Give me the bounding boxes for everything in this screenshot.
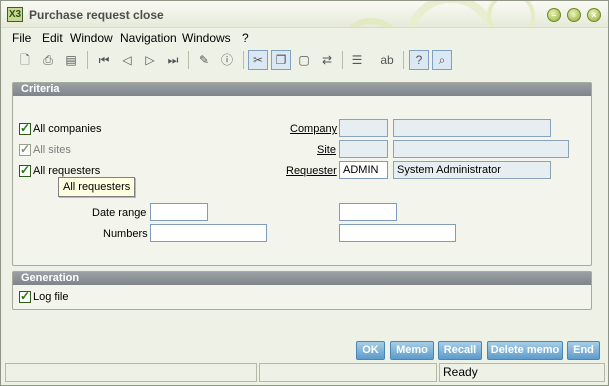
status-bar: Ready <box>5 363 605 382</box>
date-from-field[interactable] <box>150 203 208 221</box>
search-icon[interactable]: ⌕ <box>432 50 452 70</box>
all-requesters-checkbox[interactable] <box>19 163 31 177</box>
print-icon[interactable]: ⎙ <box>38 50 58 70</box>
toolbar-separator <box>403 51 404 69</box>
selection-icon[interactable]: ✂ <box>248 50 268 70</box>
generation-header: Generation <box>13 272 591 285</box>
number-from-field[interactable] <box>150 224 267 242</box>
all-companies-label: All companies <box>33 123 102 135</box>
minimize-button[interactable]: – <box>547 8 561 22</box>
toolbar-separator <box>188 51 189 69</box>
requester-name-field: System Administrator <box>393 161 551 179</box>
menu-window[interactable]: Window <box>70 31 113 45</box>
copy-icon[interactable]: ❐ <box>271 50 291 70</box>
menu-bar: File Edit Window Navigation Windows ? <box>1 29 608 47</box>
company-label[interactable]: Company <box>290 123 337 135</box>
end-button[interactable]: End <box>567 341 600 360</box>
window-title: Purchase request close <box>29 8 164 22</box>
print-preview-icon[interactable]: ▤ <box>61 50 81 70</box>
toolbar-separator <box>342 51 343 69</box>
toolbar-separator <box>87 51 88 69</box>
close-button[interactable]: × <box>587 8 601 22</box>
help-icon[interactable]: ? <box>409 50 429 70</box>
tooltip: All requesters <box>58 177 135 197</box>
attachment-icon[interactable]: ✎ <box>194 50 214 70</box>
list-icon[interactable]: ☰ <box>347 50 367 70</box>
last-record-icon[interactable]: ⏭ <box>163 50 183 70</box>
paste-icon[interactable]: ▢ <box>294 50 314 70</box>
criteria-header: Criteria <box>13 83 591 96</box>
text-field-icon[interactable]: ab <box>377 50 397 70</box>
log-file-checkbox[interactable] <box>19 289 31 303</box>
site-label[interactable]: Site <box>317 144 336 156</box>
title-bar[interactable]: X3 Purchase request close – ▫ × <box>1 1 608 28</box>
previous-record-icon[interactable]: ◁ <box>117 50 137 70</box>
company-name-field <box>393 119 551 137</box>
status-cell <box>5 363 257 382</box>
all-sites-label: All sites <box>33 144 71 156</box>
menu-help[interactable]: ? <box>242 31 249 45</box>
site-name-field <box>393 140 569 158</box>
memo-button[interactable]: Memo <box>390 341 434 360</box>
all-sites-checkbox[interactable] <box>19 142 31 156</box>
log-file-label: Log file <box>33 291 69 303</box>
status-cell <box>259 363 437 382</box>
menu-edit[interactable]: Edit <box>42 31 63 45</box>
application-window: X3 Purchase request close – ▫ × File Edi… <box>0 0 609 386</box>
restore-button[interactable]: ▫ <box>567 8 581 22</box>
status-text: Ready <box>439 363 605 382</box>
site-code-field[interactable] <box>339 140 388 158</box>
info-icon[interactable]: ⓘ <box>217 50 237 70</box>
generation-panel: Generation <box>12 271 592 310</box>
delete-memo-button[interactable]: Delete memo <box>487 341 563 360</box>
menu-windows[interactable]: Windows <box>182 31 231 45</box>
first-record-icon[interactable]: ⏮ <box>94 50 114 70</box>
date-range-label: Date range <box>92 207 147 219</box>
toolbar: 🗋 ⎙ ▤ ⏮ ◁ ▷ ⏭ ✎ ⓘ ✂ ❐ ▢ ⇄ ☰ ab ? ⌕ <box>5 49 605 73</box>
title-decoration <box>348 1 535 27</box>
company-code-field[interactable] <box>339 119 388 137</box>
ok-button[interactable]: OK <box>356 341 385 360</box>
requester-code-field[interactable]: ADMIN <box>339 161 388 179</box>
transfer-icon[interactable]: ⇄ <box>317 50 337 70</box>
number-to-field[interactable] <box>339 224 456 242</box>
new-document-icon[interactable]: 🗋 <box>15 50 35 70</box>
numbers-label: Numbers <box>103 228 148 240</box>
recall-button[interactable]: Recall <box>438 341 482 360</box>
next-record-icon[interactable]: ▷ <box>140 50 160 70</box>
date-to-field[interactable] <box>339 203 397 221</box>
all-companies-checkbox[interactable] <box>19 121 31 135</box>
app-logo-icon: X3 <box>7 7 23 22</box>
requester-label[interactable]: Requester <box>286 165 337 177</box>
toolbar-separator <box>243 51 244 69</box>
all-requesters-label: All requesters <box>33 165 101 177</box>
menu-file[interactable]: File <box>12 31 31 45</box>
menu-navigation[interactable]: Navigation <box>120 31 177 45</box>
